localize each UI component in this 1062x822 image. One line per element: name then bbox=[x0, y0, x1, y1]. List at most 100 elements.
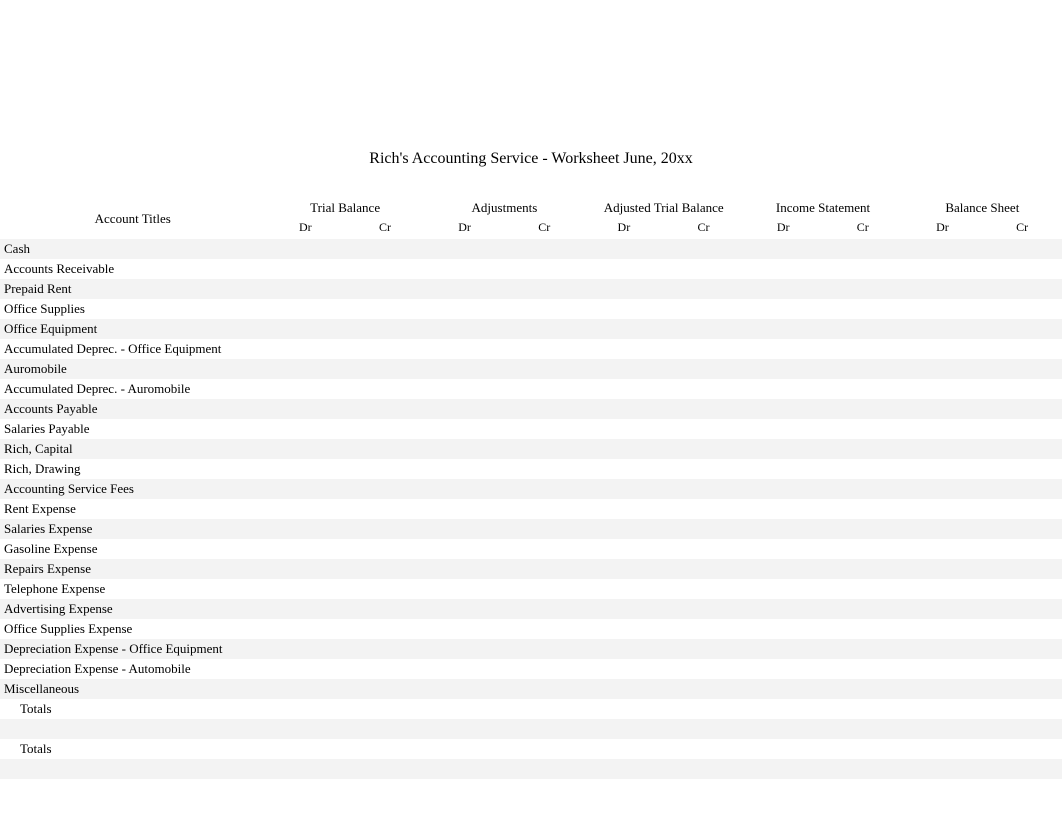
amount-cell bbox=[345, 299, 425, 319]
amount-cell bbox=[823, 239, 903, 259]
amount-cell bbox=[743, 299, 823, 319]
amount-cell bbox=[903, 499, 983, 519]
tb-dr-header: Dr bbox=[266, 218, 346, 239]
amount-cell bbox=[982, 459, 1062, 479]
worksheet-table: Account Titles Trial Balance Adjustments… bbox=[0, 198, 1062, 779]
amount-cell bbox=[504, 659, 584, 679]
amount-cell bbox=[823, 339, 903, 359]
amount-cell bbox=[903, 619, 983, 639]
amount-cell bbox=[504, 239, 584, 259]
account-name-cell: Accumulated Deprec. - Auromobile bbox=[0, 379, 266, 399]
amount-cell bbox=[584, 599, 664, 619]
amount-cell bbox=[903, 519, 983, 539]
amount-cell bbox=[743, 639, 823, 659]
amount-cell bbox=[345, 759, 425, 779]
amount-cell bbox=[743, 339, 823, 359]
amount-cell bbox=[664, 519, 744, 539]
account-row: Accumulated Deprec. - Office Equipment bbox=[0, 339, 1062, 359]
amount-cell bbox=[425, 399, 505, 419]
amount-cell bbox=[743, 439, 823, 459]
amount-cell bbox=[743, 319, 823, 339]
amount-cell bbox=[903, 339, 983, 359]
account-row: Advertising Expense bbox=[0, 599, 1062, 619]
amount-cell bbox=[504, 559, 584, 579]
account-titles-header: Account Titles bbox=[0, 198, 266, 239]
amount-cell bbox=[584, 319, 664, 339]
amount-cell bbox=[584, 459, 664, 479]
amount-cell bbox=[823, 599, 903, 619]
account-row: Office Supplies Expense bbox=[0, 619, 1062, 639]
amount-cell bbox=[903, 679, 983, 699]
amount-cell bbox=[664, 579, 744, 599]
amount-cell bbox=[425, 339, 505, 359]
amount-cell bbox=[743, 359, 823, 379]
amount-cell bbox=[664, 759, 744, 779]
amount-cell bbox=[823, 639, 903, 659]
account-row: Salaries Payable bbox=[0, 419, 1062, 439]
amount-cell bbox=[982, 619, 1062, 639]
account-row: Telephone Expense bbox=[0, 579, 1062, 599]
account-row: Office Equipment bbox=[0, 319, 1062, 339]
amount-cell bbox=[664, 339, 744, 359]
account-name-cell: Miscellaneous bbox=[0, 679, 266, 699]
amount-cell bbox=[903, 759, 983, 779]
amount-cell bbox=[266, 359, 346, 379]
amount-cell bbox=[425, 719, 505, 739]
amount-cell bbox=[266, 539, 346, 559]
amount-cell bbox=[266, 419, 346, 439]
amount-cell bbox=[425, 459, 505, 479]
amount-cell bbox=[425, 419, 505, 439]
amount-cell bbox=[664, 439, 744, 459]
amount-cell bbox=[903, 279, 983, 299]
amount-cell bbox=[345, 319, 425, 339]
amount-cell bbox=[584, 379, 664, 399]
amount-cell bbox=[425, 259, 505, 279]
amount-cell bbox=[504, 499, 584, 519]
amount-cell bbox=[823, 519, 903, 539]
amount-cell bbox=[584, 659, 664, 679]
amount-cell bbox=[982, 399, 1062, 419]
amount-cell bbox=[664, 319, 744, 339]
amount-cell bbox=[425, 299, 505, 319]
amount-cell bbox=[584, 739, 664, 759]
amount-cell bbox=[504, 719, 584, 739]
amount-cell bbox=[903, 299, 983, 319]
amount-cell bbox=[345, 719, 425, 739]
account-name-cell: Repairs Expense bbox=[0, 559, 266, 579]
account-name-cell: Telephone Expense bbox=[0, 579, 266, 599]
amount-cell bbox=[982, 299, 1062, 319]
amount-cell bbox=[584, 519, 664, 539]
amount-cell bbox=[345, 379, 425, 399]
amount-cell bbox=[584, 399, 664, 419]
amount-cell bbox=[345, 259, 425, 279]
amount-cell bbox=[743, 419, 823, 439]
amount-cell bbox=[345, 659, 425, 679]
amount-cell bbox=[982, 259, 1062, 279]
amount-cell bbox=[266, 439, 346, 459]
amount-cell bbox=[345, 559, 425, 579]
amount-cell bbox=[743, 679, 823, 699]
amount-cell bbox=[743, 519, 823, 539]
amount-cell bbox=[345, 579, 425, 599]
account-row: Depreciation Expense - Office Equipment bbox=[0, 639, 1062, 659]
amount-cell bbox=[504, 379, 584, 399]
amount-cell bbox=[743, 619, 823, 639]
is-dr-header: Dr bbox=[743, 218, 823, 239]
amount-cell bbox=[584, 759, 664, 779]
amount-cell bbox=[584, 339, 664, 359]
amount-cell bbox=[743, 559, 823, 579]
account-name-cell: Accounts Payable bbox=[0, 399, 266, 419]
amount-cell bbox=[982, 359, 1062, 379]
amount-cell bbox=[823, 759, 903, 779]
amount-cell bbox=[504, 359, 584, 379]
amount-cell bbox=[982, 519, 1062, 539]
amount-cell bbox=[584, 719, 664, 739]
amount-cell bbox=[982, 239, 1062, 259]
amount-cell bbox=[903, 539, 983, 559]
amount-cell bbox=[903, 259, 983, 279]
amount-cell bbox=[743, 259, 823, 279]
amount-cell bbox=[266, 519, 346, 539]
amount-cell bbox=[982, 539, 1062, 559]
amount-cell bbox=[425, 319, 505, 339]
amount-cell bbox=[266, 499, 346, 519]
